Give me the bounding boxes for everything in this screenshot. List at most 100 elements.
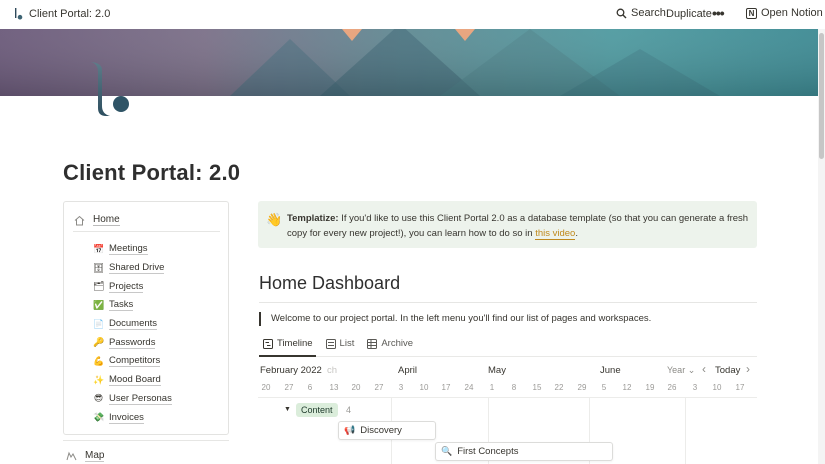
timeline-day-tick: 17 <box>735 383 745 392</box>
timeline-day-tick: 22 <box>554 383 564 392</box>
group-count: 4 <box>346 405 352 415</box>
tab-list[interactable]: List <box>325 338 354 349</box>
sidebar-item-label: Tasks <box>109 299 134 312</box>
timeline-day-tick: 5 <box>601 383 607 392</box>
duplicate-button[interactable]: Duplicate <box>666 8 712 20</box>
timeline-day-tick: 6 <box>307 383 313 392</box>
group-tag-content: Content <box>296 403 338 417</box>
megaphone-icon: 📢 <box>344 425 356 435</box>
video-link[interactable]: this video <box>535 227 576 240</box>
timeline-day-tick: 1 <box>489 383 495 392</box>
home-icon <box>74 215 85 225</box>
timeline-card-first-concepts[interactable]: 🔍 First Concepts <box>435 442 613 461</box>
today-button[interactable]: Today <box>715 365 740 376</box>
templatize-callout: 👋 Templatize: If you'd like to use this … <box>258 201 757 248</box>
open-notion-button[interactable]: N Open Notion <box>746 7 823 19</box>
sidebar-item-documents[interactable]: 📄 Documents <box>93 315 172 334</box>
breadcrumb-page-title[interactable]: Client Portal: 2.0 <box>29 8 110 20</box>
sidebar-item-passwords[interactable]: 🔑 Passwords <box>93 333 172 352</box>
next-arrow-icon[interactable]: › <box>746 362 750 376</box>
timeline-scale-select[interactable]: Year ⌄ <box>667 365 695 376</box>
tab-archive[interactable]: Archive <box>367 338 413 349</box>
timeline-day-tick: 17 <box>441 383 451 392</box>
welcome-quote: Welcome to our project portal. In the le… <box>259 312 651 326</box>
timeline-day-tick: 15 <box>532 383 542 392</box>
sparkles-icon: ✨ <box>93 374 105 385</box>
sidebar-list: 📅 Meetings 🗄 Shared Drive 🗂 Projects ✅ Tasks 📄 Do… <box>93 240 172 427</box>
drive-icon: 🗄 <box>93 262 105 273</box>
sidebar-item-label: Competitors <box>109 355 161 368</box>
timeline-day-tick: 13 <box>329 383 339 392</box>
sidebar-item-competitors[interactable]: 💪 Competitors <box>93 352 172 371</box>
top-bar: Client Portal: 2.0 Search Duplicate ••• … <box>0 0 825 29</box>
timeline-scale-label: Year <box>667 365 686 375</box>
timeline-card-discovery[interactable]: 📢 Discovery <box>338 421 436 440</box>
chevron-down-icon: ⌄ <box>687 365 696 375</box>
sidebar-item-label: Documents <box>109 318 158 331</box>
sidebar-item-mood-board[interactable]: ✨ Mood Board <box>93 371 172 390</box>
timeline-day-tick: 3 <box>692 383 698 392</box>
page-logo-icon[interactable] <box>88 60 134 120</box>
page-title: Client Portal: 2.0 <box>63 160 241 185</box>
magnifier-icon: 🔍 <box>441 446 453 456</box>
timeline-month-faded: ch <box>327 365 338 376</box>
sidebar-item-label: Passwords <box>109 336 156 349</box>
timeline-day-tick: 27 <box>374 383 384 392</box>
timeline-day-tick: 10 <box>712 383 722 392</box>
list-icon <box>325 338 336 349</box>
money-icon: 💸 <box>93 412 105 423</box>
timeline-month-april: April <box>398 365 418 376</box>
sidebar-item-label: Mood Board <box>109 374 161 387</box>
sidebar-item-label: Meetings <box>109 243 148 256</box>
timeline-month-june: June <box>600 365 621 376</box>
divider <box>259 302 757 303</box>
timeline-day-tick: 12 <box>622 383 632 392</box>
scrollbar-thumb[interactable] <box>819 33 824 159</box>
callout-body: If you'd like to use this Client Portal … <box>287 213 749 239</box>
sidebar-item-projects[interactable]: 🗂 Projects <box>93 277 172 296</box>
more-options-icon[interactable]: ••• <box>712 5 725 21</box>
timeline-day-tick: 19 <box>645 383 655 392</box>
sidebar-item-meetings[interactable]: 📅 Meetings <box>93 240 172 259</box>
group-toggle-icon[interactable]: ▼ <box>284 406 291 413</box>
sidebar-item-label: Projects <box>109 280 144 293</box>
month-divider <box>685 397 686 464</box>
key-icon: 🔑 <box>93 337 105 348</box>
sidebar-item-home[interactable]: Home <box>74 214 120 226</box>
open-notion-label: Open Notion <box>761 7 823 19</box>
search-label: Search <box>631 7 666 19</box>
card-label: First Concepts <box>457 446 519 457</box>
card-label: Discovery <box>360 425 402 436</box>
divider <box>63 440 229 441</box>
timeline-icon <box>263 338 273 349</box>
timeline-month-may: May <box>488 365 506 376</box>
sunglasses-face-icon: 😎 <box>93 393 104 404</box>
notion-logo-icon: N <box>746 7 757 19</box>
dashboard-heading: Home Dashboard <box>259 273 401 293</box>
sidebar-item-tasks[interactable]: ✅ Tasks <box>93 296 172 315</box>
sidebar-nav: Home 📅 Meetings 🗄 Shared Drive 🗂 Projects ✅ Tas… <box>63 201 229 435</box>
sidebar-item-label: Shared Drive <box>109 262 165 275</box>
workspace-logo-icon[interactable] <box>14 8 23 20</box>
document-icon: 📄 <box>93 318 105 329</box>
timeline-view: February 2022 ch April May June Year ⌄ ‹… <box>258 357 757 464</box>
callout-bold: Templatize: <box>287 213 339 224</box>
prev-arrow-icon[interactable]: ‹ <box>702 362 706 376</box>
timeline-day-tick: 20 <box>261 383 271 392</box>
timeline-day-tick: 8 <box>511 383 517 392</box>
sidebar-item-label: Map <box>85 450 105 462</box>
sidebar-item-invoices[interactable]: 💸 Invoices <box>93 408 172 427</box>
sidebar-item-map[interactable]: Map <box>66 450 105 462</box>
timeline-day-tick: 26 <box>667 383 677 392</box>
sidebar-item-label: Invoices <box>109 411 144 424</box>
sidebar-item-user-personas[interactable]: 😎 User Personas <box>93 390 172 409</box>
timeline-day-tick: 27 <box>284 383 294 392</box>
search-icon <box>616 8 627 18</box>
waving-hand-icon: 👋 <box>266 212 283 227</box>
table-icon <box>367 338 378 349</box>
search-button[interactable]: Search <box>616 7 666 19</box>
sidebar-item-shared-drive[interactable]: 🗄 Shared Drive <box>93 259 172 278</box>
tab-label: Timeline <box>277 338 313 349</box>
tab-timeline[interactable]: Timeline <box>263 338 313 349</box>
sidebar-item-label: User Personas <box>109 392 172 405</box>
